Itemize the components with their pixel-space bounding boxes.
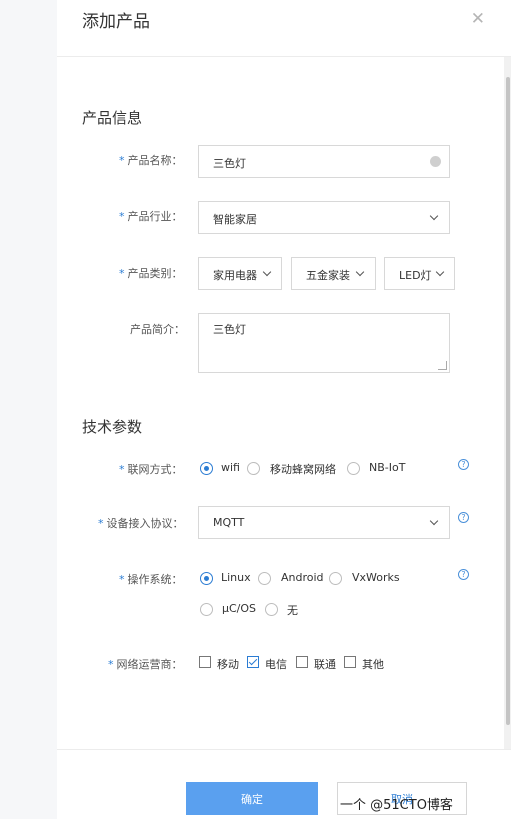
product-description-label: 产品简介： (130, 323, 185, 336)
chevron-down-icon (429, 516, 439, 526)
confirm-button[interactable]: 确定 (186, 782, 318, 815)
section-tech-params: 技术参数 (82, 418, 143, 436)
checkbox-unicom-label: 联通 (314, 658, 336, 671)
radio-vxworks[interactable] (329, 572, 342, 585)
product-description-textarea[interactable]: 三色灯 (198, 313, 450, 373)
carrier-label: * 网络运营商： (108, 658, 183, 671)
product-name-label: * 产品名称： (119, 154, 183, 167)
chevron-down-icon (355, 267, 365, 277)
checkbox-other[interactable] (344, 656, 356, 668)
product-category-label: * 产品类别： (119, 267, 183, 280)
checkbox-mobile[interactable] (199, 656, 211, 668)
chevron-down-icon (262, 267, 272, 277)
category-select-3[interactable]: LED灯 (384, 257, 455, 290)
category-select-2[interactable]: 五金家装 (291, 257, 376, 290)
checkbox-other-label: 其他 (362, 658, 384, 671)
radio-android-label: Android (281, 571, 324, 584)
radio-nbiot[interactable] (347, 462, 360, 475)
section-product-info: 产品信息 (82, 109, 143, 127)
help-icon[interactable]: ? (458, 459, 469, 470)
dialog-header: 添加产品 ✕ (57, 0, 511, 57)
protocol-select[interactable]: MQTT (198, 506, 450, 539)
resize-handle[interactable] (438, 361, 447, 370)
chevron-down-icon (435, 267, 445, 277)
os-label: * 操作系统： (119, 573, 183, 586)
radio-wifi[interactable] (200, 462, 213, 475)
radio-cellular[interactable] (247, 462, 260, 475)
radio-nbiot-label: NB-IoT (369, 461, 406, 474)
dialog-body[interactable]: 产品信息 * 产品名称： 三色灯 * 产品行业： 智能家居 * 产品类别： 家用电器 … (57, 57, 511, 749)
product-name-input[interactable]: 三色灯 (198, 145, 450, 178)
radio-linux-label: Linux (221, 571, 251, 584)
network-label: * 联网方式： (119, 463, 183, 476)
radio-none-label: 无 (287, 604, 298, 617)
dialog-title: 添加产品 (82, 12, 150, 32)
radio-wifi-label: wifi (221, 461, 240, 474)
chevron-down-icon (429, 211, 439, 221)
watermark: 一个 @51CTO博客 (340, 798, 453, 813)
checkbox-telecom[interactable] (247, 656, 259, 668)
product-industry-label: * 产品行业： (119, 210, 183, 223)
radio-cellular-label: 移动蜂窝网络 (270, 463, 336, 476)
checkbox-telecom-label: 电信 (265, 658, 287, 671)
close-icon[interactable]: ✕ (471, 9, 485, 29)
product-industry-select[interactable]: 智能家居 (198, 201, 450, 234)
category-select-1[interactable]: 家用电器 (198, 257, 282, 290)
dialog-footer: 确定 取消 一个 @51CTO博客 (57, 749, 511, 819)
radio-ucos-label: μC/OS (222, 602, 257, 615)
checkbox-unicom[interactable] (296, 656, 308, 668)
protocol-label: * 设备接入协议： (98, 517, 184, 530)
radio-vxworks-label: VxWorks (352, 571, 400, 584)
checkbox-mobile-label: 移动 (217, 658, 239, 671)
radio-linux[interactable] (200, 572, 213, 585)
help-icon[interactable]: ? (458, 569, 469, 580)
radio-android[interactable] (258, 572, 271, 585)
help-icon[interactable]: ? (458, 512, 469, 523)
scrollbar-thumb[interactable] (506, 77, 510, 725)
add-product-dialog: 添加产品 ✕ 产品信息 * 产品名称： 三色灯 * 产品行业： 智能家居 * 产品类别… (57, 0, 511, 819)
radio-none[interactable] (265, 603, 278, 616)
radio-ucos[interactable] (200, 603, 213, 616)
clear-icon[interactable] (430, 156, 441, 167)
